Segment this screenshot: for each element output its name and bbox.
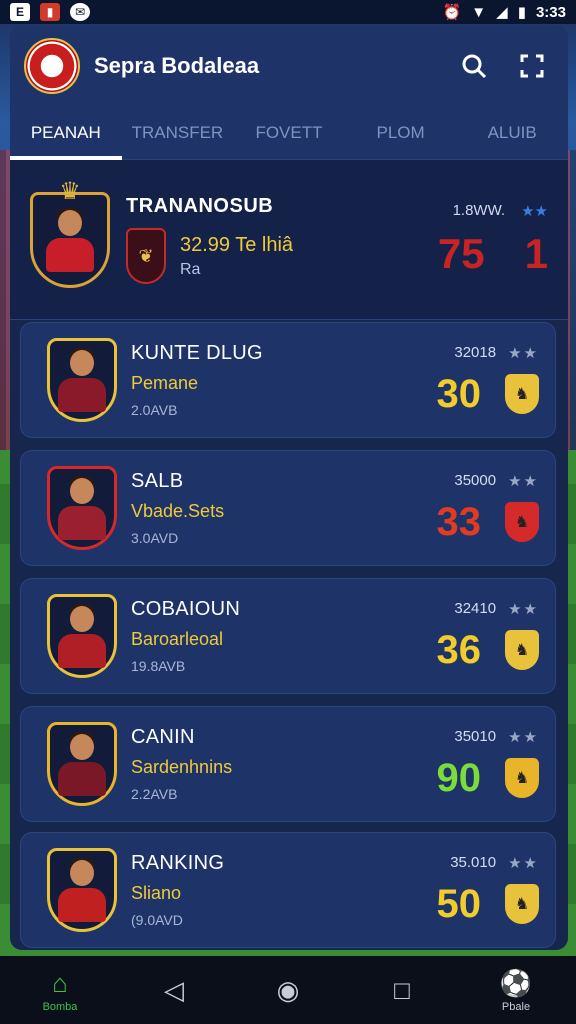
featured-player-sub: Ra [180,260,201,278]
player-avatar [58,732,106,796]
featured-stat-left: 75 [437,229,485,277]
player-position: Vbade.Sets [131,501,225,521]
nav-back[interactable]: ◁ [144,975,204,1006]
player-price: 35000 [454,471,497,489]
player-name: SALB [131,470,184,492]
club-logo[interactable] [24,38,80,94]
status-bar: E ▮ ✉ ⏰ ▼ ◢ ▮ 3:33 [0,0,576,24]
player-avatar [46,207,94,272]
player-name: RANKING [131,852,225,874]
player-card[interactable]: KUNTE DLUG Pemane 2.0AVB 32018 ★★ 30 ♞ [20,322,556,438]
player-sub: 2.2AVB [131,786,178,802]
nav-home[interactable]: ⌂ Bomba [30,968,90,1013]
club-crest-icon: ❦ [126,228,166,284]
star-rating-icon: ★★ [508,600,539,618]
nav-home-circle[interactable]: ◉ [258,975,318,1006]
player-position: Sliano [131,883,182,903]
nav-ball-label: Pbale [501,1000,531,1013]
star-rating-icon: ★★ [508,854,539,872]
player-portrait-frame: ♛ [30,178,110,288]
tab-aluib[interactable]: ALUIB [456,106,568,159]
signal-icon: ◢ [496,4,508,21]
wifi-icon: ▼ [471,3,487,21]
player-price: 32410 [454,599,497,617]
back-icon: ◁ [164,974,184,1005]
player-avatar [58,348,106,412]
player-score: 30 [436,371,482,416]
player-avatar [58,858,106,922]
player-position: Pemane [131,373,199,393]
player-position: Baroarleoal [131,629,224,649]
featured-rating-label: 1.8WW. [452,201,506,219]
player-score: 90 [436,755,482,800]
battery-icon: ▮ [517,4,526,21]
fullscreen-icon[interactable] [510,44,554,88]
star-rating-icon: ★★ [508,728,539,746]
player-sub: 2.0AVB [131,402,178,418]
player-sub: 19.8AVB [131,658,186,674]
star-rating-icon: ★★ [508,472,539,490]
player-price: 32018 [454,343,497,361]
home-icon: ⌂ [52,967,68,998]
home-circle-icon: ◉ [276,974,300,1005]
crown-icon: ♛ [59,177,81,205]
player-price: 35010 [454,727,497,745]
search-icon[interactable] [452,44,496,88]
club-badge-icon: ♞ [505,884,539,924]
notification-flag-icon: ▮ [40,3,60,21]
player-portrait-frame [47,466,117,550]
star-rating-icon: ★★ [521,202,548,220]
player-card[interactable]: RANKING Sliano (9.0AVD 35.010 ★★ 50 ♞ [20,832,556,948]
player-score: 36 [436,627,482,672]
app-title: Sepra Bodaleaa [94,53,260,78]
status-time: 3:33 [535,3,566,21]
player-name: KUNTE DLUG [131,342,263,364]
top-app-bar: Sepra Bodaleaa [10,26,568,106]
player-position: Sardenhnins [131,757,233,777]
tab-transfer[interactable]: TRANSFER [122,106,234,159]
nav-home-label: Bomba [42,1000,78,1013]
player-sub: 3.0AVD [131,530,179,546]
tab-peanah[interactable]: PEANAH [10,106,122,160]
recent-apps-icon: □ [394,974,410,1005]
player-portrait-frame [47,338,117,422]
club-badge-icon: ♞ [505,374,539,414]
player-card[interactable]: CANIN Sardenhnins 2.2AVB 35010 ★★ 90 ♞ [20,706,556,822]
featured-player-name: TRANANOSUB [126,195,274,217]
player-card[interactable]: SALB Vbade.Sets 3.0AVD 35000 ★★ 33 ♞ [20,450,556,566]
club-badge-icon: ♞ [505,630,539,670]
player-name: CANIN [131,726,195,748]
player-portrait-frame [47,594,117,678]
club-badge-icon: ♞ [505,758,539,798]
player-avatar [58,604,106,668]
tab-plom[interactable]: PLOM [345,106,457,159]
app-icon-e: E [10,3,30,21]
player-portrait-frame [47,722,117,806]
ball-icon: ⚽ [499,967,533,998]
player-avatar [58,476,106,540]
player-card[interactable]: COBAIOUN Baroarleoal 19.8AVB 32410 ★★ 36… [20,578,556,694]
featured-player-value: 32.99 Te lhiâ [180,233,294,256]
star-rating-icon: ★★ [508,344,539,362]
app-panel: Sepra Bodaleaa PEANAH TRANSFER FOVETT PL… [10,26,568,950]
player-portrait-frame [47,848,117,932]
player-name: COBAIOUN [131,598,241,620]
messenger-icon: ✉ [70,3,90,21]
bottom-nav-bar: ⌂ Bomba ◁ ◉ □ ⚽ Pbale [0,956,576,1024]
tab-fovett[interactable]: FOVETT [233,106,345,159]
player-sub: (9.0AVD [131,912,183,928]
tab-bar: PEANAH TRANSFER FOVETT PLOM ALUIB [10,106,568,160]
player-price: 35.010 [450,853,497,871]
player-score: 50 [436,881,482,926]
nav-recents[interactable]: □ [372,975,432,1006]
player-score: 33 [436,499,482,544]
alarm-icon: ⏰ [442,4,462,21]
nav-ball[interactable]: ⚽ Pbale [486,968,546,1013]
club-badge-icon: ♞ [505,502,539,542]
featured-stat-right: 1 [524,229,548,277]
featured-player-card[interactable]: ♛ TRANANOSUB ❦ 32.99 Te lhiâ Ra 1.8WW. ★… [10,160,568,320]
